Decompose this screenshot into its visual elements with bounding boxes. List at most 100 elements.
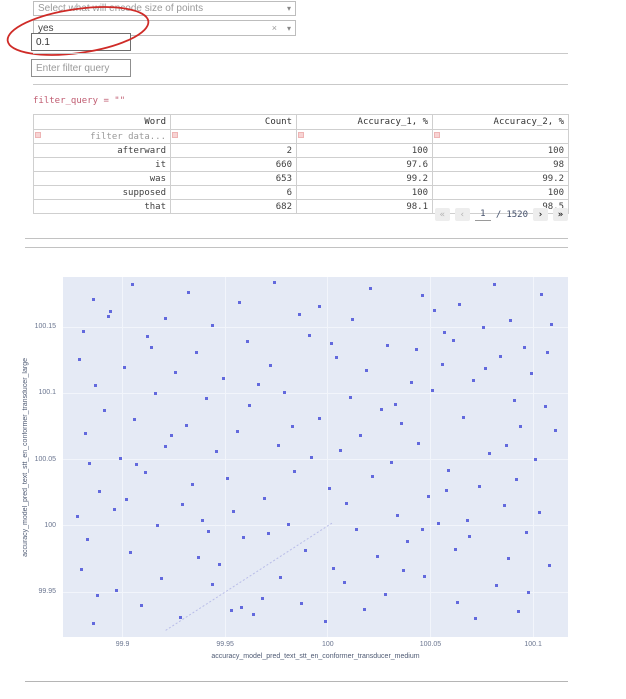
column-filter-input[interactable] xyxy=(433,130,569,144)
filter-icon[interactable] xyxy=(35,132,41,138)
scatter-point xyxy=(82,330,85,333)
point-size-value: 0.1 xyxy=(36,37,50,48)
x-tick-label: 100 xyxy=(306,641,350,648)
scatter-point xyxy=(222,377,225,380)
scatter-point xyxy=(507,557,510,560)
table-cell: was xyxy=(34,172,171,186)
last-page-button[interactable]: » xyxy=(553,208,568,221)
scatter-point xyxy=(78,358,81,361)
scatter-point xyxy=(472,379,475,382)
scatter-point xyxy=(191,483,194,486)
scatter-point xyxy=(218,563,221,566)
scatter-point xyxy=(458,303,461,306)
scatter-point xyxy=(170,434,173,437)
scatter-point xyxy=(417,442,420,445)
scatter-point xyxy=(335,356,338,359)
scatter-point xyxy=(443,331,446,334)
gridline xyxy=(63,592,568,593)
scatter-point xyxy=(493,283,496,286)
scatter-point xyxy=(423,575,426,578)
divider xyxy=(25,681,568,682)
chevron-down-icon[interactable]: ▾ xyxy=(287,24,291,33)
column-filter-input[interactable] xyxy=(171,130,297,144)
table-cell: 682 xyxy=(171,200,297,214)
filter-icon[interactable] xyxy=(434,132,440,138)
x-tick-label: 99.9 xyxy=(101,641,145,648)
scatter-point xyxy=(396,514,399,517)
scatter-point xyxy=(211,324,214,327)
point-size-input[interactable]: 0.1 xyxy=(31,33,131,51)
scatter-point xyxy=(328,487,331,490)
size-encode-select[interactable]: Select what will encode size of points ▾ xyxy=(33,1,296,16)
scatter-point xyxy=(293,470,296,473)
gridline xyxy=(430,277,431,637)
clear-icon[interactable]: × xyxy=(272,23,277,33)
scatter-point xyxy=(308,334,311,337)
scatter-point xyxy=(452,339,455,342)
scatter-point xyxy=(181,503,184,506)
y-tick-label: 100.15 xyxy=(0,323,56,330)
column-header: Accuracy_2, % xyxy=(433,115,569,130)
gridline xyxy=(63,459,568,460)
scatter-point xyxy=(468,535,471,538)
scatter-point xyxy=(84,432,87,435)
scatter-point xyxy=(185,424,188,427)
filter-icon[interactable] xyxy=(298,132,304,138)
scatter-point xyxy=(482,326,485,329)
page-input[interactable] xyxy=(475,209,491,221)
size-encode-select-placeholder: Select what will encode size of points xyxy=(38,3,283,14)
scatter-point xyxy=(252,613,255,616)
gridline xyxy=(327,277,328,637)
scatter-point xyxy=(273,281,276,284)
y-tick-label: 99.95 xyxy=(0,588,56,595)
next-page-button[interactable]: › xyxy=(533,208,548,221)
y-tick-label: 100.1 xyxy=(0,389,56,396)
scatter-point xyxy=(495,584,498,587)
scatter-point xyxy=(523,346,526,349)
column-filter-input[interactable] xyxy=(297,130,433,144)
scatter-point xyxy=(484,367,487,370)
scatter-point xyxy=(125,498,128,501)
scatter-point xyxy=(261,597,264,600)
scatter-point xyxy=(513,399,516,402)
scatter-point xyxy=(215,450,218,453)
scatter-point xyxy=(447,469,450,472)
scatter-point xyxy=(546,351,549,354)
scatter-point xyxy=(257,383,260,386)
filter-icon[interactable] xyxy=(172,132,178,138)
scatter-point xyxy=(369,287,372,290)
scatter-point xyxy=(431,389,434,392)
column-filter-input[interactable]: filter data... xyxy=(34,130,171,144)
scatter-point xyxy=(538,511,541,514)
prev-page-button[interactable]: ‹ xyxy=(455,208,470,221)
scatter-point xyxy=(304,549,307,552)
chevron-down-icon[interactable]: ▾ xyxy=(287,4,291,13)
first-page-button[interactable]: « xyxy=(435,208,450,221)
scatter-point xyxy=(330,342,333,345)
scatter-point xyxy=(478,485,481,488)
scatter-point xyxy=(211,583,214,586)
filter-query-input[interactable]: Enter filter query xyxy=(31,59,131,77)
table-cell: 100 xyxy=(297,186,433,200)
scatter-point xyxy=(345,502,348,505)
column-header: Word xyxy=(34,115,171,130)
scatter-point xyxy=(300,602,303,605)
table-cell: 2 xyxy=(171,144,297,158)
scatter-point xyxy=(466,519,469,522)
plot-area[interactable] xyxy=(63,277,568,637)
table-cell: that xyxy=(34,200,171,214)
table-cell: afterward xyxy=(34,144,171,158)
scatter-point xyxy=(554,429,557,432)
scatter-point xyxy=(207,530,210,533)
scatter-point xyxy=(179,616,182,619)
words-table-header: WordCountAccuracy_1, %Accuracy_2, % xyxy=(34,115,569,130)
scatter-point xyxy=(287,523,290,526)
scatter-point xyxy=(277,444,280,447)
table-row: it66097.698 xyxy=(34,158,569,172)
scatter-point xyxy=(135,463,138,466)
scatter-point xyxy=(445,489,448,492)
scatter-point xyxy=(109,310,112,313)
scatter-point xyxy=(187,291,190,294)
scatter-point xyxy=(160,577,163,580)
table-cell: 660 xyxy=(171,158,297,172)
